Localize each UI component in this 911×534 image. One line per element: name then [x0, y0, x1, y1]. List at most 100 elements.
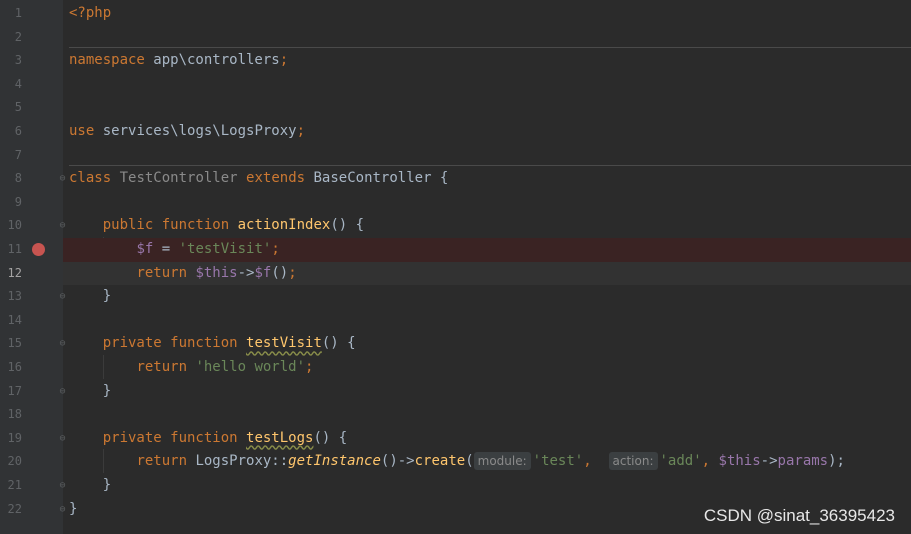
- line-number: 7: [14, 147, 22, 162]
- code-line[interactable]: 10 ⊖ public function actionIndex() {: [0, 214, 911, 238]
- code-token: ;: [271, 241, 280, 257]
- code-token: () {: [330, 217, 365, 234]
- code-line[interactable]: 6 use services\logs\LogsProxy;: [0, 120, 911, 144]
- code-line[interactable]: 1 <?php: [0, 2, 911, 26]
- code-line[interactable]: 4: [0, 73, 911, 97]
- code-editor[interactable]: 1 <?php 2 3 namespace app\controllers; 4 5 6 use…: [0, 0, 911, 534]
- line-number: 19: [7, 430, 22, 445]
- code-token: );: [828, 453, 845, 470]
- code-line[interactable]: 5: [0, 96, 911, 120]
- code-text: class TestController extends BaseControl…: [69, 167, 448, 191]
- parameter-hint: module:: [473, 452, 531, 471]
- code-line[interactable]: 11 $f = 'testVisit';: [0, 238, 911, 262]
- fold-marker-icon[interactable]: ⊖: [58, 433, 67, 444]
- line-number: 4: [14, 76, 22, 91]
- code-token: services\logs\LogsProxy: [94, 123, 297, 139]
- code-line[interactable]: 21 ⊖ }: [0, 474, 911, 498]
- code-line[interactable]: 8 ⊖ class TestController extends BaseContr…: [0, 167, 911, 191]
- code-token: use: [69, 123, 95, 139]
- code-token: return: [136, 264, 188, 281]
- line-number: 17: [7, 383, 22, 398]
- line-number: 21: [7, 478, 22, 492]
- line-number: 2: [14, 29, 22, 44]
- line-number: 6: [14, 124, 22, 138]
- fold-marker-icon[interactable]: ⊖: [58, 339, 67, 349]
- fold-marker-icon[interactable]: ⊖: [58, 221, 67, 231]
- code-line[interactable]: 12 return $this->$f();: [0, 261, 911, 286]
- code-token: testLogs: [246, 429, 314, 446]
- code-text: private function testVisit() {: [69, 332, 356, 356]
- code-token: namespace: [69, 52, 145, 69]
- code-line[interactable]: 15 ⊖ private function testVisit() {: [0, 332, 911, 356]
- code-token: (): [271, 264, 289, 281]
- line-number: 14: [7, 312, 22, 327]
- code-text: }: [69, 498, 77, 522]
- code-line[interactable]: 9: [0, 191, 911, 215]
- code-token: }: [69, 288, 112, 305]
- code-token: app\controllers: [144, 52, 280, 69]
- code-token: ->: [237, 264, 255, 281]
- code-token: $f: [254, 264, 272, 281]
- code-text: }: [69, 285, 111, 309]
- fold-marker-icon[interactable]: ⊖: [58, 481, 67, 491]
- code-text: }: [69, 474, 111, 498]
- code-token: class: [69, 170, 112, 187]
- line-number: 3: [14, 53, 22, 68]
- code-line[interactable]: 14: [0, 309, 911, 333]
- code-line[interactable]: 18: [0, 403, 911, 427]
- code-token: 'test': [532, 453, 584, 470]
- code-line[interactable]: 20 return LogsProxy::getInstance()->crea…: [0, 450, 911, 474]
- line-number: 5: [14, 100, 22, 115]
- code-token: ;: [279, 52, 289, 69]
- code-token: ,: [583, 453, 609, 470]
- code-line[interactable]: 2: [0, 26, 911, 50]
- code-token: LogsProxy::: [187, 453, 289, 470]
- fold-marker-icon[interactable]: ⊖: [58, 174, 67, 184]
- code-token: TestController: [119, 170, 238, 187]
- code-token: =: [153, 241, 179, 257]
- code-text: return $this->$f();: [69, 262, 296, 286]
- code-text: <?php: [69, 2, 111, 26]
- code-token: ;: [305, 359, 314, 375]
- code-token: }: [69, 500, 78, 517]
- code-token: 'add': [659, 453, 702, 470]
- code-token: () {: [313, 429, 348, 446]
- fold-marker-icon[interactable]: ⊖: [58, 292, 67, 302]
- code-line[interactable]: 17 ⊖ }: [0, 380, 911, 404]
- line-number: 13: [7, 289, 22, 304]
- watermark: CSDN @sinat_36395423: [703, 506, 895, 525]
- line-number: 20: [7, 454, 22, 469]
- code-token: private function: [102, 335, 238, 352]
- code-text: namespace app\controllers;: [69, 49, 288, 73]
- code-line[interactable]: 7: [0, 144, 911, 168]
- fold-marker-icon[interactable]: ⊖: [58, 386, 67, 397]
- code-text: return LogsProxy::getInstance()->create(…: [69, 450, 845, 474]
- code-token: (: [465, 453, 474, 470]
- code-line[interactable]: 19 ⊖ private function testLogs() {: [0, 427, 911, 451]
- code-token: params: [777, 453, 829, 470]
- code-text: use services\logs\LogsProxy;: [69, 120, 305, 144]
- line-number: 8: [14, 171, 22, 186]
- code-line[interactable]: 3 namespace app\controllers;: [0, 49, 911, 73]
- code-text: $f = 'testVisit';: [69, 238, 280, 262]
- parameter-hint: action:: [608, 452, 658, 471]
- line-number: 11: [7, 242, 22, 256]
- code-line[interactable]: 13 ⊖ }: [0, 285, 911, 309]
- line-number: 22: [7, 501, 22, 516]
- line-number: 18: [7, 407, 22, 422]
- code-line[interactable]: 16 return 'hello world';: [0, 356, 911, 380]
- code-token: actionIndex: [237, 217, 331, 234]
- breakpoint-icon[interactable]: [32, 243, 45, 256]
- code-token: private function: [102, 429, 238, 446]
- fold-marker-icon[interactable]: ⊖: [58, 504, 67, 515]
- code-token: return: [136, 453, 188, 470]
